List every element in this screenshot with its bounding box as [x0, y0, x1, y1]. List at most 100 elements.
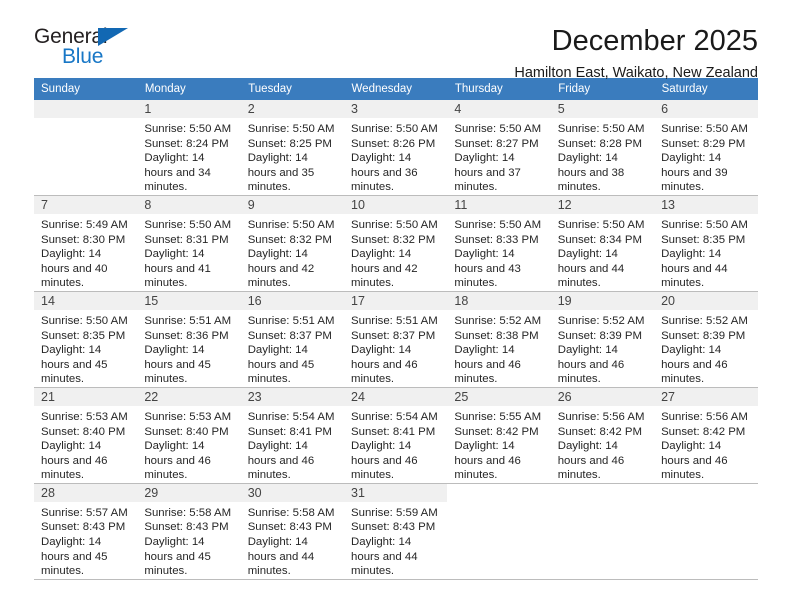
weekday-header-tuesday: Tuesday — [240, 78, 345, 100]
daylight-text: Daylight: 14 hours and 46 minutes. — [454, 344, 521, 386]
sunset-text: Sunset: 8:27 PM — [454, 137, 539, 150]
calendar-day-cell[interactable]: 22 Sunrise: 5:53 AM Sunset: 8:40 PM Dayligh… — [137, 387, 241, 484]
calendar-week-row: 1 Sunrise: 5:50 AM Sunset: 8:24 PM Daylight… — [34, 100, 758, 196]
calendar-day-cell[interactable]: 15 Sunrise: 5:51 AM Sunset: 8:36 PM Dayligh… — [137, 291, 241, 388]
daylight-text: Daylight: 14 hours and 45 minutes. — [41, 536, 108, 578]
sunset-text: Sunset: 8:32 PM — [351, 233, 436, 246]
calendar-day-cell[interactable]: 8 Sunrise: 5:50 AM Sunset: 8:31 PM Daylight… — [137, 195, 241, 292]
page-header: General Blue December 2025 Hamilton East… — [34, 0, 758, 82]
daylight-text: Daylight: 14 hours and 45 minutes. — [41, 344, 108, 386]
sunrise-text: Sunrise: 5:50 AM — [454, 123, 542, 135]
calendar-week-row: 14 Sunrise: 5:50 AM Sunset: 8:35 PM Dayligh… — [34, 291, 758, 388]
sunset-text: Sunset: 8:40 PM — [41, 425, 126, 438]
day-sun-info: Sunrise: 5:59 AM Sunset: 8:43 PM Daylight:… — [344, 502, 447, 579]
daylight-text: Daylight: 14 hours and 46 minutes. — [557, 344, 625, 386]
calendar-day-cell[interactable]: 24 Sunrise: 5:54 AM Sunset: 8:41 PM Dayligh… — [344, 387, 448, 484]
day-sun-info: Sunrise: 5:56 AM Sunset: 8:42 PM Daylight:… — [654, 406, 757, 483]
sunset-text: Sunset: 8:37 PM — [351, 329, 436, 342]
triangle-icon — [98, 28, 128, 46]
calendar-day-cell[interactable]: 25 Sunrise: 5:55 AM Sunset: 8:42 PM Dayligh… — [447, 387, 551, 484]
sunrise-text: Sunrise: 5:50 AM — [351, 123, 438, 135]
calendar-day-cell[interactable]: 31 Sunrise: 5:59 AM Sunset: 8:43 PM Dayligh… — [344, 483, 448, 580]
sunrise-text: Sunrise: 5:55 AM — [454, 410, 542, 423]
calendar-day-cell[interactable]: 7 Sunrise: 5:49 AM Sunset: 8:30 PM Daylight… — [34, 195, 138, 292]
daylight-text: Daylight: 14 hours and 42 minutes. — [247, 248, 315, 290]
calendar-day-cell[interactable]: 29 Sunrise: 5:58 AM Sunset: 8:43 PM Dayligh… — [137, 483, 241, 580]
day-sun-info: Sunrise: 5:56 AM Sunset: 8:42 PM Daylight:… — [551, 406, 654, 483]
sunset-text: Sunset: 8:35 PM — [41, 329, 126, 342]
calendar-day-cell[interactable]: 14 Sunrise: 5:50 AM Sunset: 8:35 PM Dayligh… — [34, 291, 138, 388]
day-sun-info: Sunrise: 5:54 AM Sunset: 8:41 PM Daylight:… — [241, 406, 344, 483]
calendar-day-cell[interactable] — [34, 100, 138, 196]
sunset-text: Sunset: 8:36 PM — [144, 329, 229, 342]
calendar-day-cell[interactable]: 18 Sunrise: 5:52 AM Sunset: 8:38 PM Dayligh… — [447, 291, 551, 388]
daylight-text: Daylight: 14 hours and 46 minutes. — [144, 440, 211, 482]
calendar-day-cell[interactable]: 10 Sunrise: 5:50 AM Sunset: 8:32 PM Dayligh… — [344, 195, 448, 292]
day-number: 30 — [240, 483, 345, 502]
calendar-day-cell[interactable]: 1 Sunrise: 5:50 AM Sunset: 8:24 PM Daylight… — [137, 100, 241, 196]
daylight-text: Daylight: 14 hours and 35 minutes. — [247, 152, 315, 194]
sunrise-text: Sunrise: 5:51 AM — [247, 314, 335, 327]
sunset-text: Sunset: 8:42 PM — [454, 425, 539, 438]
sunrise-text: Sunrise: 5:50 AM — [247, 123, 335, 135]
calendar-day-cell[interactable]: 30 Sunrise: 5:58 AM Sunset: 8:43 PM Dayligh… — [240, 483, 345, 580]
sunset-text: Sunset: 8:28 PM — [557, 137, 642, 150]
calendar-day-cell[interactable]: 6 Sunrise: 5:50 AM Sunset: 8:29 PM Daylight… — [654, 100, 758, 196]
calendar-day-cell[interactable]: 16 Sunrise: 5:51 AM Sunset: 8:37 PM Dayligh… — [240, 291, 345, 388]
calendar-day-cell[interactable]: 26 Sunrise: 5:56 AM Sunset: 8:42 PM Dayligh… — [550, 387, 655, 484]
day-number: 29 — [137, 483, 241, 502]
day-number: 11 — [447, 195, 551, 214]
day-sun-info: Sunrise: 5:50 AM Sunset: 8:28 PM Daylight:… — [551, 118, 654, 195]
sunset-text: Sunset: 8:31 PM — [144, 233, 229, 246]
general-blue-logo[interactable]: General Blue — [34, 26, 154, 74]
sunset-text: Sunset: 8:38 PM — [454, 329, 539, 342]
calendar-day-cell[interactable]: 27 Sunrise: 5:56 AM Sunset: 8:42 PM Dayligh… — [654, 387, 758, 484]
calendar-day-cell[interactable]: 3 Sunrise: 5:50 AM Sunset: 8:26 PM Daylight… — [344, 100, 448, 196]
calendar-day-cell[interactable]: 5 Sunrise: 5:50 AM Sunset: 8:28 PM Daylight… — [550, 100, 655, 196]
sunrise-text: Sunrise: 5:50 AM — [661, 218, 748, 231]
calendar-day-cell[interactable]: 17 Sunrise: 5:51 AM Sunset: 8:37 PM Dayligh… — [344, 291, 448, 388]
daylight-text: Daylight: 14 hours and 46 minutes. — [454, 440, 521, 482]
calendar-day-cell[interactable]: 12 Sunrise: 5:50 AM Sunset: 8:34 PM Dayligh… — [550, 195, 655, 292]
calendar-day-cell[interactable]: 19 Sunrise: 5:52 AM Sunset: 8:39 PM Dayligh… — [550, 291, 655, 388]
day-number: 4 — [447, 100, 551, 118]
day-sun-info: Sunrise: 5:52 AM Sunset: 8:38 PM Daylight:… — [447, 310, 550, 387]
sunrise-text: Sunrise: 5:49 AM — [41, 218, 128, 231]
calendar-day-cell[interactable]: 2 Sunrise: 5:50 AM Sunset: 8:25 PM Daylight… — [240, 100, 345, 196]
sunset-text: Sunset: 8:42 PM — [661, 425, 746, 438]
day-number: 13 — [654, 195, 758, 214]
daylight-text: Daylight: 14 hours and 46 minutes. — [557, 440, 625, 482]
day-sun-info: Sunrise: 5:53 AM Sunset: 8:40 PM Daylight:… — [34, 406, 137, 483]
sunrise-text: Sunrise: 5:50 AM — [351, 218, 438, 231]
sunrise-text: Sunrise: 5:51 AM — [351, 314, 438, 327]
day-sun-info: Sunrise: 5:52 AM Sunset: 8:39 PM Daylight:… — [551, 310, 654, 387]
daylight-text: Daylight: 14 hours and 40 minutes. — [41, 248, 108, 290]
day-number: 28 — [34, 483, 138, 502]
calendar-day-cell[interactable]: 4 Sunrise: 5:50 AM Sunset: 8:27 PM Daylight… — [447, 100, 551, 196]
calendar-day-cell[interactable]: 9 Sunrise: 5:50 AM Sunset: 8:32 PM Daylight… — [240, 195, 345, 292]
daylight-text: Daylight: 14 hours and 36 minutes. — [351, 152, 418, 194]
day-sun-info: Sunrise: 5:51 AM Sunset: 8:37 PM Daylight:… — [344, 310, 447, 387]
sunrise-text: Sunrise: 5:52 AM — [557, 314, 645, 327]
calendar-day-cell[interactable]: 11 Sunrise: 5:50 AM Sunset: 8:33 PM Dayligh… — [447, 195, 551, 292]
daylight-text: Daylight: 14 hours and 44 minutes. — [351, 536, 418, 578]
day-number: 16 — [240, 291, 345, 310]
day-number: 15 — [137, 291, 241, 310]
day-number: 1 — [137, 100, 241, 118]
daylight-text: Daylight: 14 hours and 46 minutes. — [351, 440, 418, 482]
day-number: 18 — [447, 291, 551, 310]
day-number — [551, 484, 654, 502]
sunset-text: Sunset: 8:43 PM — [247, 521, 332, 534]
calendar-day-cell — [550, 483, 655, 580]
calendar-day-cell[interactable]: 21 Sunrise: 5:53 AM Sunset: 8:40 PM Dayligh… — [34, 387, 138, 484]
daylight-text: Daylight: 14 hours and 43 minutes. — [454, 248, 521, 290]
sunrise-text: Sunrise: 5:59 AM — [351, 506, 438, 519]
calendar-day-cell[interactable]: 23 Sunrise: 5:54 AM Sunset: 8:41 PM Dayligh… — [240, 387, 345, 484]
calendar-day-cell[interactable]: 13 Sunrise: 5:50 AM Sunset: 8:35 PM Dayligh… — [654, 195, 758, 292]
day-sun-info: Sunrise: 5:50 AM Sunset: 8:34 PM Daylight:… — [551, 214, 654, 291]
calendar-day-cell[interactable]: 20 Sunrise: 5:52 AM Sunset: 8:39 PM Dayligh… — [654, 291, 758, 388]
calendar-day-cell[interactable]: 28 Sunrise: 5:57 AM Sunset: 8:43 PM Dayligh… — [34, 483, 138, 580]
sunrise-text: Sunrise: 5:50 AM — [454, 218, 542, 231]
day-number: 5 — [550, 100, 655, 118]
day-sun-info: Sunrise: 5:50 AM Sunset: 8:29 PM Daylight:… — [654, 118, 757, 195]
